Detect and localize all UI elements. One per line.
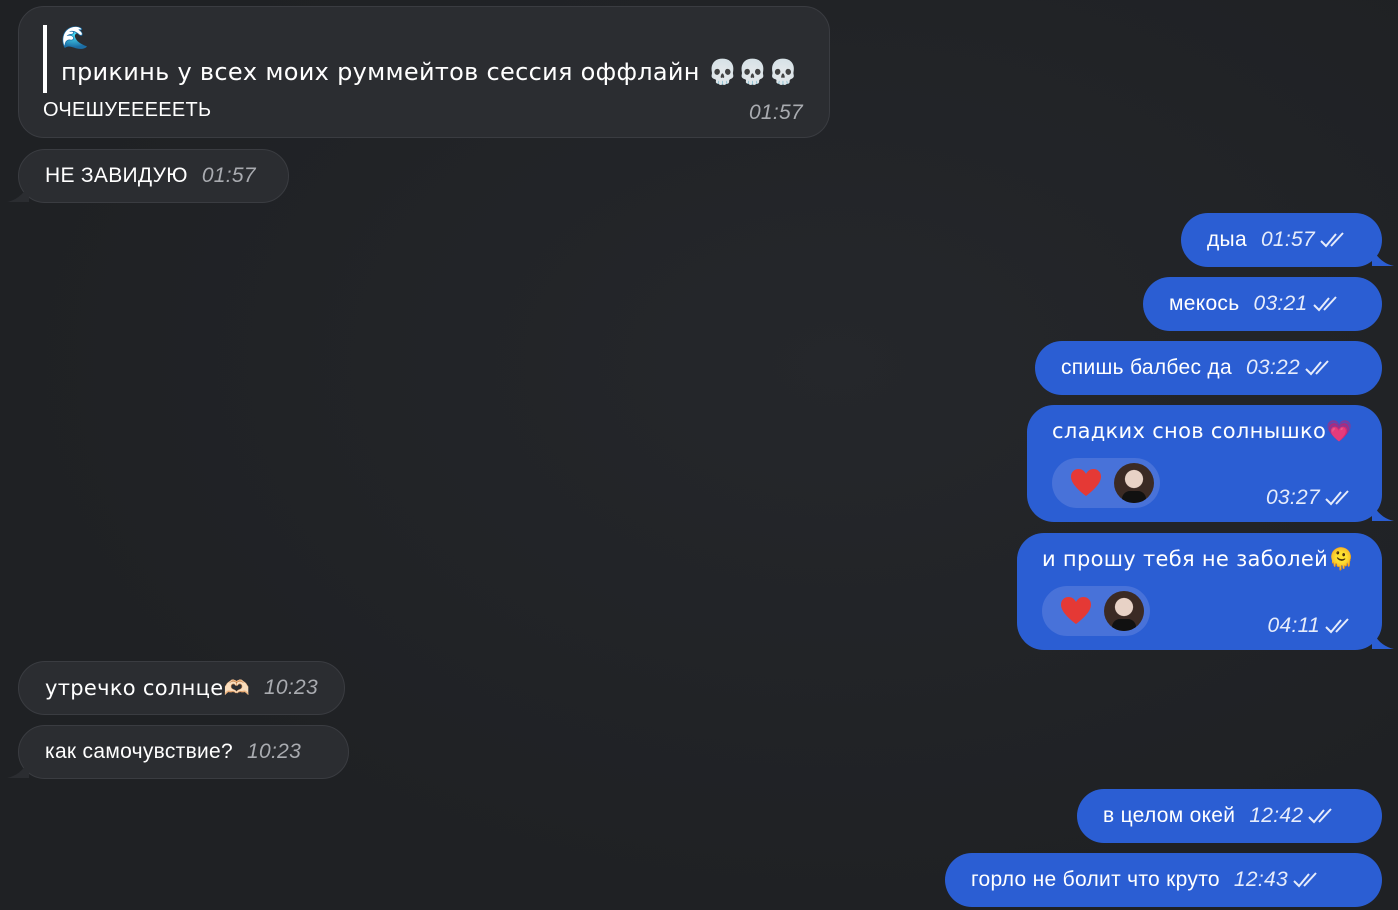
message-time: 10:23 [263, 676, 318, 699]
double-check-icon [1312, 296, 1337, 312]
bubble-tail [7, 183, 29, 202]
wave-emoji: 🌊 [61, 26, 89, 51]
message-time: 10:23 [247, 740, 302, 763]
double-check-icon [1325, 490, 1349, 506]
double-check-icon [1305, 360, 1329, 376]
message-text: сладких снов солнышко💗 [1052, 419, 1353, 443]
bubble-tail [7, 759, 29, 778]
message-outgoing[interactable]: сладких снов солнышко💗 03:27 [1027, 405, 1394, 522]
message-text: ОЧЕШУЕЕЕЕЕТЬ [43, 99, 212, 121]
bubble-tail [1372, 247, 1394, 266]
message-text: в целом окей [1103, 804, 1236, 827]
heart-icon [1061, 597, 1091, 624]
message-text: и прошу тебя не заболей🫠 [1042, 547, 1355, 571]
double-check-icon [1320, 232, 1344, 248]
reaction-badge[interactable] [1052, 458, 1160, 508]
message-time: 03:22 [1245, 356, 1301, 379]
message-time: 03:27 [1265, 486, 1320, 509]
reply-quote[interactable]: 🌊 прикинь у всех моих руммейтов сессия о… [43, 25, 798, 93]
message-incoming[interactable]: НЕ ЗАВИДУЮ 01:57 [7, 149, 289, 203]
message-text: НЕ ЗАВИДУЮ [45, 164, 188, 187]
heart-icon [1071, 469, 1101, 496]
reaction-badge[interactable] [1042, 586, 1150, 636]
message-text: спишь балбес да [1061, 356, 1232, 379]
message-outgoing[interactable]: и прошу тебя не заболей🫠 04:11 [1017, 533, 1394, 650]
message-text: дыа [1207, 228, 1247, 251]
message-outgoing[interactable]: в целом окей 12:42 [1077, 789, 1382, 843]
message-time: 03:21 [1253, 292, 1308, 315]
message-time: 01:57 [748, 101, 803, 124]
avatar [1104, 591, 1144, 631]
bubble-tail [1372, 502, 1394, 521]
message-outgoing[interactable]: дыа 01:57 [1181, 213, 1394, 267]
message-time: 01:57 [201, 164, 256, 187]
message-incoming[interactable]: 🌊 прикинь у всех моих руммейтов сессия о… [18, 6, 830, 138]
bubble-tail [1372, 630, 1394, 649]
avatar [1114, 463, 1154, 503]
double-check-icon [1293, 872, 1317, 888]
message-time: 12:42 [1249, 804, 1304, 827]
message-time: 04:11 [1267, 614, 1320, 637]
message-outgoing[interactable]: горло не болит что круто 12:43 [945, 853, 1382, 907]
message-incoming[interactable]: как самочувствие? 10:23 [7, 725, 349, 779]
message-outgoing[interactable]: мекось 03:21 [1143, 277, 1382, 331]
double-check-icon [1308, 808, 1333, 824]
message-text: мекось [1169, 292, 1240, 315]
message-text: как самочувствие? [45, 740, 234, 763]
reply-text: прикинь у всех моих руммейтов сессия офф… [61, 58, 799, 86]
chat-area[interactable]: 🌊 прикинь у всех моих руммейтов сессия о… [0, 0, 1398, 910]
message-outgoing[interactable]: спишь балбес да 03:22 [1035, 341, 1382, 395]
message-text: утречко солнце🫶🏻 [45, 675, 250, 700]
message-time: 12:43 [1233, 868, 1288, 891]
message-time: 01:57 [1260, 228, 1315, 251]
message-incoming[interactable]: утречко солнце🫶🏻 10:23 [18, 661, 345, 715]
message-text: горло не болит что круто [971, 868, 1220, 891]
double-check-icon [1325, 618, 1349, 634]
